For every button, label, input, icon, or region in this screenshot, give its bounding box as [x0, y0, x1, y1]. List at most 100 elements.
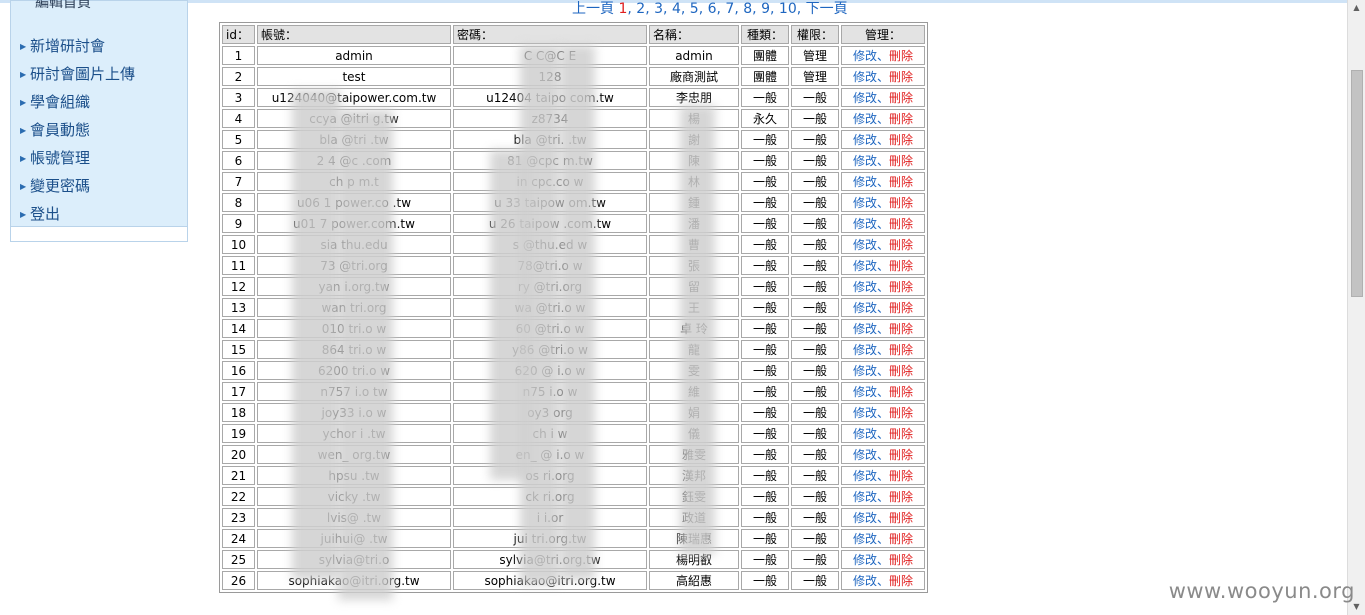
delete-link[interactable]: 刪除	[889, 490, 913, 504]
edit-link[interactable]: 修改	[853, 532, 877, 546]
edit-link[interactable]: 修改	[853, 91, 877, 105]
delete-link[interactable]: 刪除	[889, 448, 913, 462]
edit-link[interactable]: 修改	[853, 238, 877, 252]
delete-link[interactable]: 刪除	[889, 364, 913, 378]
scroll-up-icon[interactable]: ▲	[1348, 0, 1365, 16]
edit-link[interactable]: 修改	[853, 112, 877, 126]
edit-link[interactable]: 修改	[853, 301, 877, 315]
delete-link[interactable]: 刪除	[889, 385, 913, 399]
vertical-scrollbar[interactable]: ▲ ▼	[1347, 0, 1365, 615]
edit-link[interactable]: 修改	[853, 490, 877, 504]
edit-link[interactable]: 修改	[853, 280, 877, 294]
edit-link[interactable]: 修改	[853, 70, 877, 84]
sidebar-item-member-news[interactable]: ▶ 會員動態	[20, 118, 135, 146]
cell-manage: 修改、刪除	[841, 319, 925, 338]
edit-link[interactable]: 修改	[853, 259, 877, 273]
delete-link[interactable]: 刪除	[889, 49, 913, 63]
cell-manage: 修改、刪除	[841, 130, 925, 149]
cell-type: 一般	[741, 466, 789, 485]
edit-link[interactable]: 修改	[853, 196, 877, 210]
edit-link[interactable]: 修改	[853, 322, 877, 336]
edit-link[interactable]: 修改	[853, 154, 877, 168]
edit-link[interactable]: 修改	[853, 511, 877, 525]
edit-link[interactable]: 修改	[853, 49, 877, 63]
cell-permission: 一般	[791, 214, 839, 233]
sidebar-item-organization[interactable]: ▶ 學會組織	[20, 90, 135, 118]
cell-manage: 修改、刪除	[841, 235, 925, 254]
edit-link[interactable]: 修改	[853, 217, 877, 231]
delete-link[interactable]: 刪除	[889, 196, 913, 210]
cell-id: 10	[222, 235, 255, 254]
delete-link[interactable]: 刪除	[889, 259, 913, 273]
delete-link[interactable]: 刪除	[889, 175, 913, 189]
delete-link[interactable]: 刪除	[889, 427, 913, 441]
page-link[interactable]: 4	[672, 1, 681, 17]
sidebar-item-seminar-image-upload[interactable]: ▶ 研討會圖片上傳	[20, 62, 135, 90]
delete-link[interactable]: 刪除	[889, 574, 913, 588]
edit-link[interactable]: 修改	[853, 133, 877, 147]
edit-link[interactable]: 修改	[853, 427, 877, 441]
header-account: 帳號：	[257, 25, 451, 44]
cell-permission: 一般	[791, 529, 839, 548]
delete-link[interactable]: 刪除	[889, 406, 913, 420]
delete-link[interactable]: 刪除	[889, 532, 913, 546]
delete-link[interactable]: 刪除	[889, 133, 913, 147]
page-link[interactable]: 2	[636, 1, 645, 17]
delete-link[interactable]: 刪除	[889, 322, 913, 336]
delete-link[interactable]: 刪除	[889, 238, 913, 252]
separator: 、	[876, 364, 889, 378]
cell-type: 一般	[741, 277, 789, 296]
edit-link[interactable]: 修改	[853, 385, 877, 399]
sidebar-item-cut[interactable]: 編輯首頁	[35, 0, 91, 12]
page-link[interactable]: 10	[779, 1, 797, 17]
page-link[interactable]: 8	[743, 1, 752, 17]
cell-name: 廠商測試	[649, 67, 739, 86]
delete-link[interactable]: 刪除	[889, 280, 913, 294]
arrow-right-icon: ▶	[20, 126, 27, 135]
page-link[interactable]: 9	[761, 1, 770, 17]
cell-type: 一般	[741, 508, 789, 527]
cell-name: admin	[649, 46, 739, 65]
page-link[interactable]: 7	[725, 1, 734, 17]
delete-link[interactable]: 刪除	[889, 217, 913, 231]
cell-type: 一般	[741, 319, 789, 338]
next-page-link[interactable]: 下一頁	[806, 1, 848, 17]
delete-link[interactable]: 刪除	[889, 301, 913, 315]
cell-id: 4	[222, 109, 255, 128]
sidebar: 編輯首頁 ▶ 新增研討會 ▶ 研討會圖片上傳 ▶ 學會組織 ▶ 會員動態 ▶ 帳號管理 ▶…	[10, 0, 188, 242]
edit-link[interactable]: 修改	[853, 574, 877, 588]
cell-type: 一般	[741, 382, 789, 401]
delete-link[interactable]: 刪除	[889, 343, 913, 357]
edit-link[interactable]: 修改	[853, 406, 877, 420]
cell-manage: 修改、刪除	[841, 424, 925, 443]
arrow-right-icon: ▶	[20, 182, 27, 191]
cell-permission: 一般	[791, 256, 839, 275]
page-link[interactable]: 6	[708, 1, 717, 17]
edit-link[interactable]: 修改	[853, 175, 877, 189]
edit-link[interactable]: 修改	[853, 448, 877, 462]
edit-link[interactable]: 修改	[853, 553, 877, 567]
delete-link[interactable]: 刪除	[889, 154, 913, 168]
prev-page-link[interactable]: 上一頁	[572, 1, 614, 17]
cell-permission: 管理	[791, 46, 839, 65]
edit-link[interactable]: 修改	[853, 343, 877, 357]
delete-link[interactable]: 刪除	[889, 469, 913, 483]
page-link[interactable]: 3	[654, 1, 663, 17]
edit-link[interactable]: 修改	[853, 364, 877, 378]
delete-link[interactable]: 刪除	[889, 91, 913, 105]
page-link[interactable]: 5	[690, 1, 699, 17]
cell-permission: 一般	[791, 361, 839, 380]
sidebar-item-account-management[interactable]: ▶ 帳號管理	[20, 146, 135, 174]
cell-type: 一般	[741, 487, 789, 506]
delete-link[interactable]: 刪除	[889, 112, 913, 126]
delete-link[interactable]: 刪除	[889, 70, 913, 84]
cell-permission: 管理	[791, 67, 839, 86]
cell-type: 一般	[741, 361, 789, 380]
sidebar-item-change-password[interactable]: ▶ 變更密碼	[20, 174, 135, 202]
scrollbar-thumb[interactable]	[1351, 70, 1363, 297]
delete-link[interactable]: 刪除	[889, 553, 913, 567]
delete-link[interactable]: 刪除	[889, 511, 913, 525]
separator: 、	[876, 280, 889, 294]
edit-link[interactable]: 修改	[853, 469, 877, 483]
sidebar-item-add-seminar[interactable]: ▶ 新增研討會	[20, 34, 135, 62]
